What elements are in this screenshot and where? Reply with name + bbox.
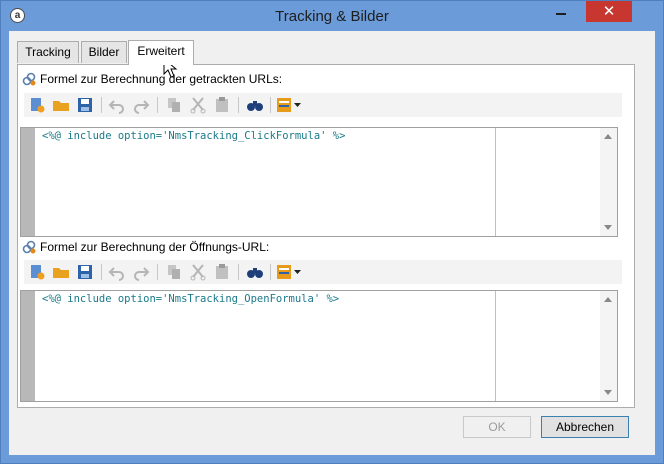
tab-tracking[interactable]: Tracking xyxy=(17,41,79,63)
open-folder-icon[interactable] xyxy=(52,263,70,281)
minimize-button[interactable] xyxy=(548,2,574,22)
toolbar-separator xyxy=(101,97,102,113)
cancel-button[interactable]: Abbrechen xyxy=(541,416,629,438)
save-icon[interactable] xyxy=(76,263,94,281)
toolbar-separator xyxy=(101,264,102,280)
cut-icon[interactable] xyxy=(189,96,207,114)
click-formula-label-text: Formel zur Berechnung der getrackten URL… xyxy=(40,72,283,86)
editor-gutter xyxy=(21,291,35,401)
new-document-icon[interactable] xyxy=(28,263,46,281)
title-bar[interactable]: a Tracking & Bilder ✕ xyxy=(1,1,663,31)
redo-icon[interactable] xyxy=(132,263,150,281)
undo-icon[interactable] xyxy=(108,263,126,281)
binoculars-search-icon[interactable] xyxy=(246,263,264,281)
toolbar-separator xyxy=(157,97,158,113)
save-icon[interactable] xyxy=(76,96,94,114)
redo-icon[interactable] xyxy=(132,96,150,114)
scroll-up-arrow-icon[interactable] xyxy=(604,134,612,139)
undo-icon[interactable] xyxy=(108,96,126,114)
toolbar-separator xyxy=(270,97,271,113)
toolbar-separator xyxy=(238,97,239,113)
click-formula-label: Formel zur Berechnung der getrackten URL… xyxy=(22,71,282,87)
click-formula-code[interactable]: <%@ include option='NmsTracking_ClickFor… xyxy=(42,130,345,142)
close-button[interactable]: ✕ xyxy=(586,1,632,22)
open-formula-code[interactable]: <%@ include option='NmsTracking_OpenForm… xyxy=(42,293,339,305)
click-formula-scrollbar[interactable] xyxy=(600,128,617,236)
insert-menu-dropdown-icon[interactable] xyxy=(276,263,302,281)
binoculars-search-icon[interactable] xyxy=(246,96,264,114)
paste-icon[interactable] xyxy=(213,96,231,114)
dialog-window: a Tracking & Bilder ✕ Tracking Bilder Er… xyxy=(0,0,664,464)
toolbar-separator xyxy=(270,264,271,280)
click-formula-editor[interactable]: <%@ include option='NmsTracking_ClickFor… xyxy=(20,127,618,237)
toolbar-separator xyxy=(238,264,239,280)
editor-divider xyxy=(495,128,496,236)
ok-button[interactable]: OK xyxy=(463,416,531,438)
editor-gutter xyxy=(21,128,35,236)
tab-panel-erweitert: Formel zur Berechnung der getrackten URL… xyxy=(17,64,635,408)
open-formula-toolbar xyxy=(24,260,622,284)
scroll-up-arrow-icon[interactable] xyxy=(604,297,612,302)
copy-icon[interactable] xyxy=(165,263,183,281)
toolbar-separator xyxy=(157,264,158,280)
cut-icon[interactable] xyxy=(189,263,207,281)
tab-bilder[interactable]: Bilder xyxy=(81,41,127,63)
open-folder-icon[interactable] xyxy=(52,96,70,114)
link-icon xyxy=(22,72,36,86)
open-formula-scrollbar[interactable] xyxy=(600,291,617,401)
open-formula-label-text: Formel zur Berechnung der Öffnungs-URL: xyxy=(40,240,270,254)
open-formula-editor[interactable]: <%@ include option='NmsTracking_OpenForm… xyxy=(20,290,618,402)
click-formula-toolbar xyxy=(24,93,622,117)
editor-divider xyxy=(495,291,496,401)
new-document-icon[interactable] xyxy=(28,96,46,114)
insert-menu-dropdown-icon[interactable] xyxy=(276,96,302,114)
dialog-client-area: Tracking Bilder Erweitert Formel zur Ber… xyxy=(9,31,655,455)
minimize-icon xyxy=(556,13,566,15)
link-icon xyxy=(22,240,36,254)
tab-erweitert[interactable]: Erweitert xyxy=(128,40,194,65)
open-formula-label: Formel zur Berechnung der Öffnungs-URL: xyxy=(22,239,269,255)
copy-icon[interactable] xyxy=(165,96,183,114)
paste-icon[interactable] xyxy=(213,263,231,281)
scroll-down-arrow-icon[interactable] xyxy=(604,225,612,230)
scroll-down-arrow-icon[interactable] xyxy=(604,390,612,395)
